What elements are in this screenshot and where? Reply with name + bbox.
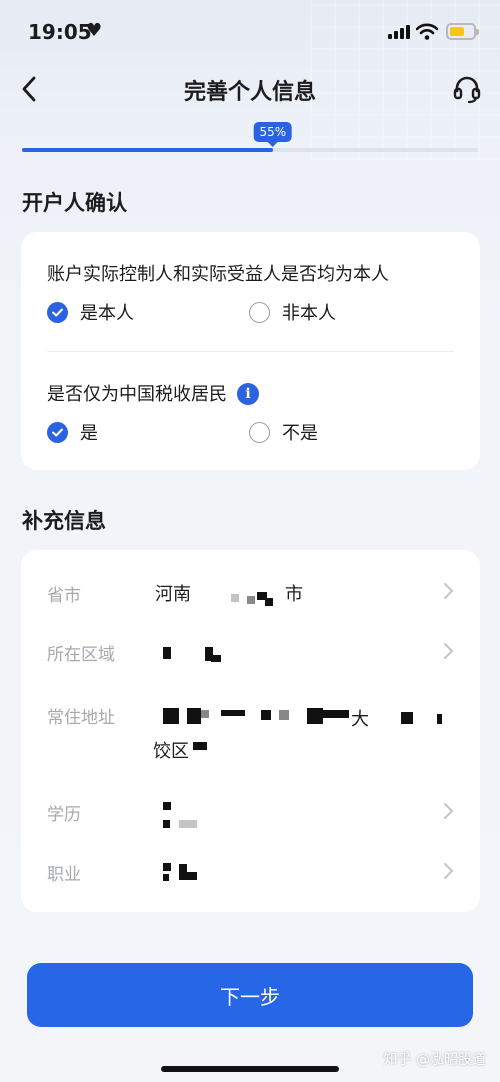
radio-checked-icon	[47, 421, 68, 443]
option-not-self-label: 非本人	[282, 303, 336, 324]
field-region[interactable]: 所在区域	[21, 632, 480, 692]
question-tax-resident: 是否仅为中国税收居民 i	[47, 380, 259, 406]
battery-icon	[446, 23, 479, 40]
home-indicator	[161, 1066, 339, 1072]
chevron-right-icon	[444, 863, 454, 879]
redaction-mosaic	[323, 710, 349, 718]
field-label: 所在区域	[47, 645, 115, 665]
watermark-text: 知乎 @泓昭股道	[383, 1052, 486, 1068]
redaction-mosaic	[163, 647, 171, 659]
chevron-right-icon	[444, 803, 454, 819]
progress-fill	[22, 148, 273, 152]
field-label: 职业	[47, 865, 81, 885]
redaction-mosaic	[163, 820, 170, 828]
chevron-right-icon	[444, 643, 454, 659]
redaction-mosaic	[231, 594, 239, 602]
field-label: 学历	[47, 805, 81, 825]
redaction-mosaic	[261, 710, 271, 720]
redaction-mosaic	[279, 710, 289, 720]
option-no-label: 不是	[282, 423, 318, 444]
redaction-mosaic	[179, 820, 197, 828]
divider	[47, 351, 454, 352]
info-icon[interactable]: i	[237, 383, 259, 405]
field-occupation[interactable]: 职业	[21, 852, 480, 912]
redaction-mosaic	[163, 863, 171, 871]
heart-icon: ♥	[86, 20, 103, 41]
redaction-mosaic	[401, 712, 413, 724]
status-time: 19:05	[28, 20, 92, 44]
account-confirm-card: 账户实际控制人和实际受益人是否均为本人 是本人 非本人 是否仅为中国税收居民 i …	[21, 232, 480, 470]
redaction-mosaic	[211, 655, 221, 662]
field-value-line2: 饺区	[153, 741, 189, 762]
status-bar: 19:05 ♥	[0, 0, 500, 62]
progress-badge: 55%	[253, 122, 293, 147]
field-value-tail: 市	[285, 584, 303, 605]
option-yes[interactable]: 是	[47, 419, 98, 445]
page-title: 完善个人信息	[183, 80, 316, 105]
field-value-part: 大	[351, 709, 369, 730]
field-label: 省市	[47, 586, 81, 606]
wifi-icon	[416, 23, 438, 40]
redaction-mosaic	[185, 872, 197, 880]
next-step-button[interactable]: 下一步	[27, 963, 473, 1027]
option-yes-label: 是	[80, 423, 98, 444]
redaction-mosaic	[247, 596, 255, 604]
chevron-right-icon	[444, 583, 454, 599]
field-education[interactable]: 学历	[21, 792, 480, 852]
signal-icon	[388, 25, 410, 39]
field-label: 常住地址	[47, 708, 115, 728]
customer-service-headset-icon[interactable]	[450, 72, 484, 106]
field-province-city[interactable]: 省市 河南 市	[21, 550, 480, 632]
redaction-mosaic	[163, 874, 169, 881]
redaction-mosaic	[307, 708, 323, 724]
option-self[interactable]: 是本人	[47, 299, 134, 325]
redaction-mosaic	[193, 742, 207, 750]
redaction-mosaic	[163, 802, 171, 810]
progress-bar	[22, 148, 478, 152]
field-value-text: 河南	[155, 584, 191, 605]
redaction-mosaic	[265, 598, 273, 606]
section-title-account: 开户人确认	[22, 191, 127, 215]
redaction-mosaic	[187, 708, 201, 724]
field-value: 河南	[155, 580, 191, 606]
radio-unchecked-icon	[249, 421, 270, 443]
section-title-supplement: 补充信息	[22, 509, 106, 533]
option-self-label: 是本人	[80, 303, 134, 324]
redaction-mosaic	[201, 710, 209, 718]
redaction-mosaic	[221, 710, 245, 716]
radio-unchecked-icon	[249, 301, 270, 323]
question-tax-text: 是否仅为中国税收居民	[47, 384, 227, 405]
question-beneficiary: 账户实际控制人和实际受益人是否均为本人	[47, 264, 389, 285]
radio-checked-icon	[47, 301, 68, 323]
option-no[interactable]: 不是	[249, 419, 318, 445]
option-not-self[interactable]: 非本人	[249, 299, 336, 325]
redaction-mosaic	[163, 708, 179, 724]
supplement-info-card: 省市 河南 市 所在区域 常住地址 大 饺区 学历 职业	[21, 550, 480, 912]
redaction-mosaic	[437, 714, 442, 724]
field-residential-address[interactable]: 常住地址 大 饺区	[21, 692, 480, 792]
